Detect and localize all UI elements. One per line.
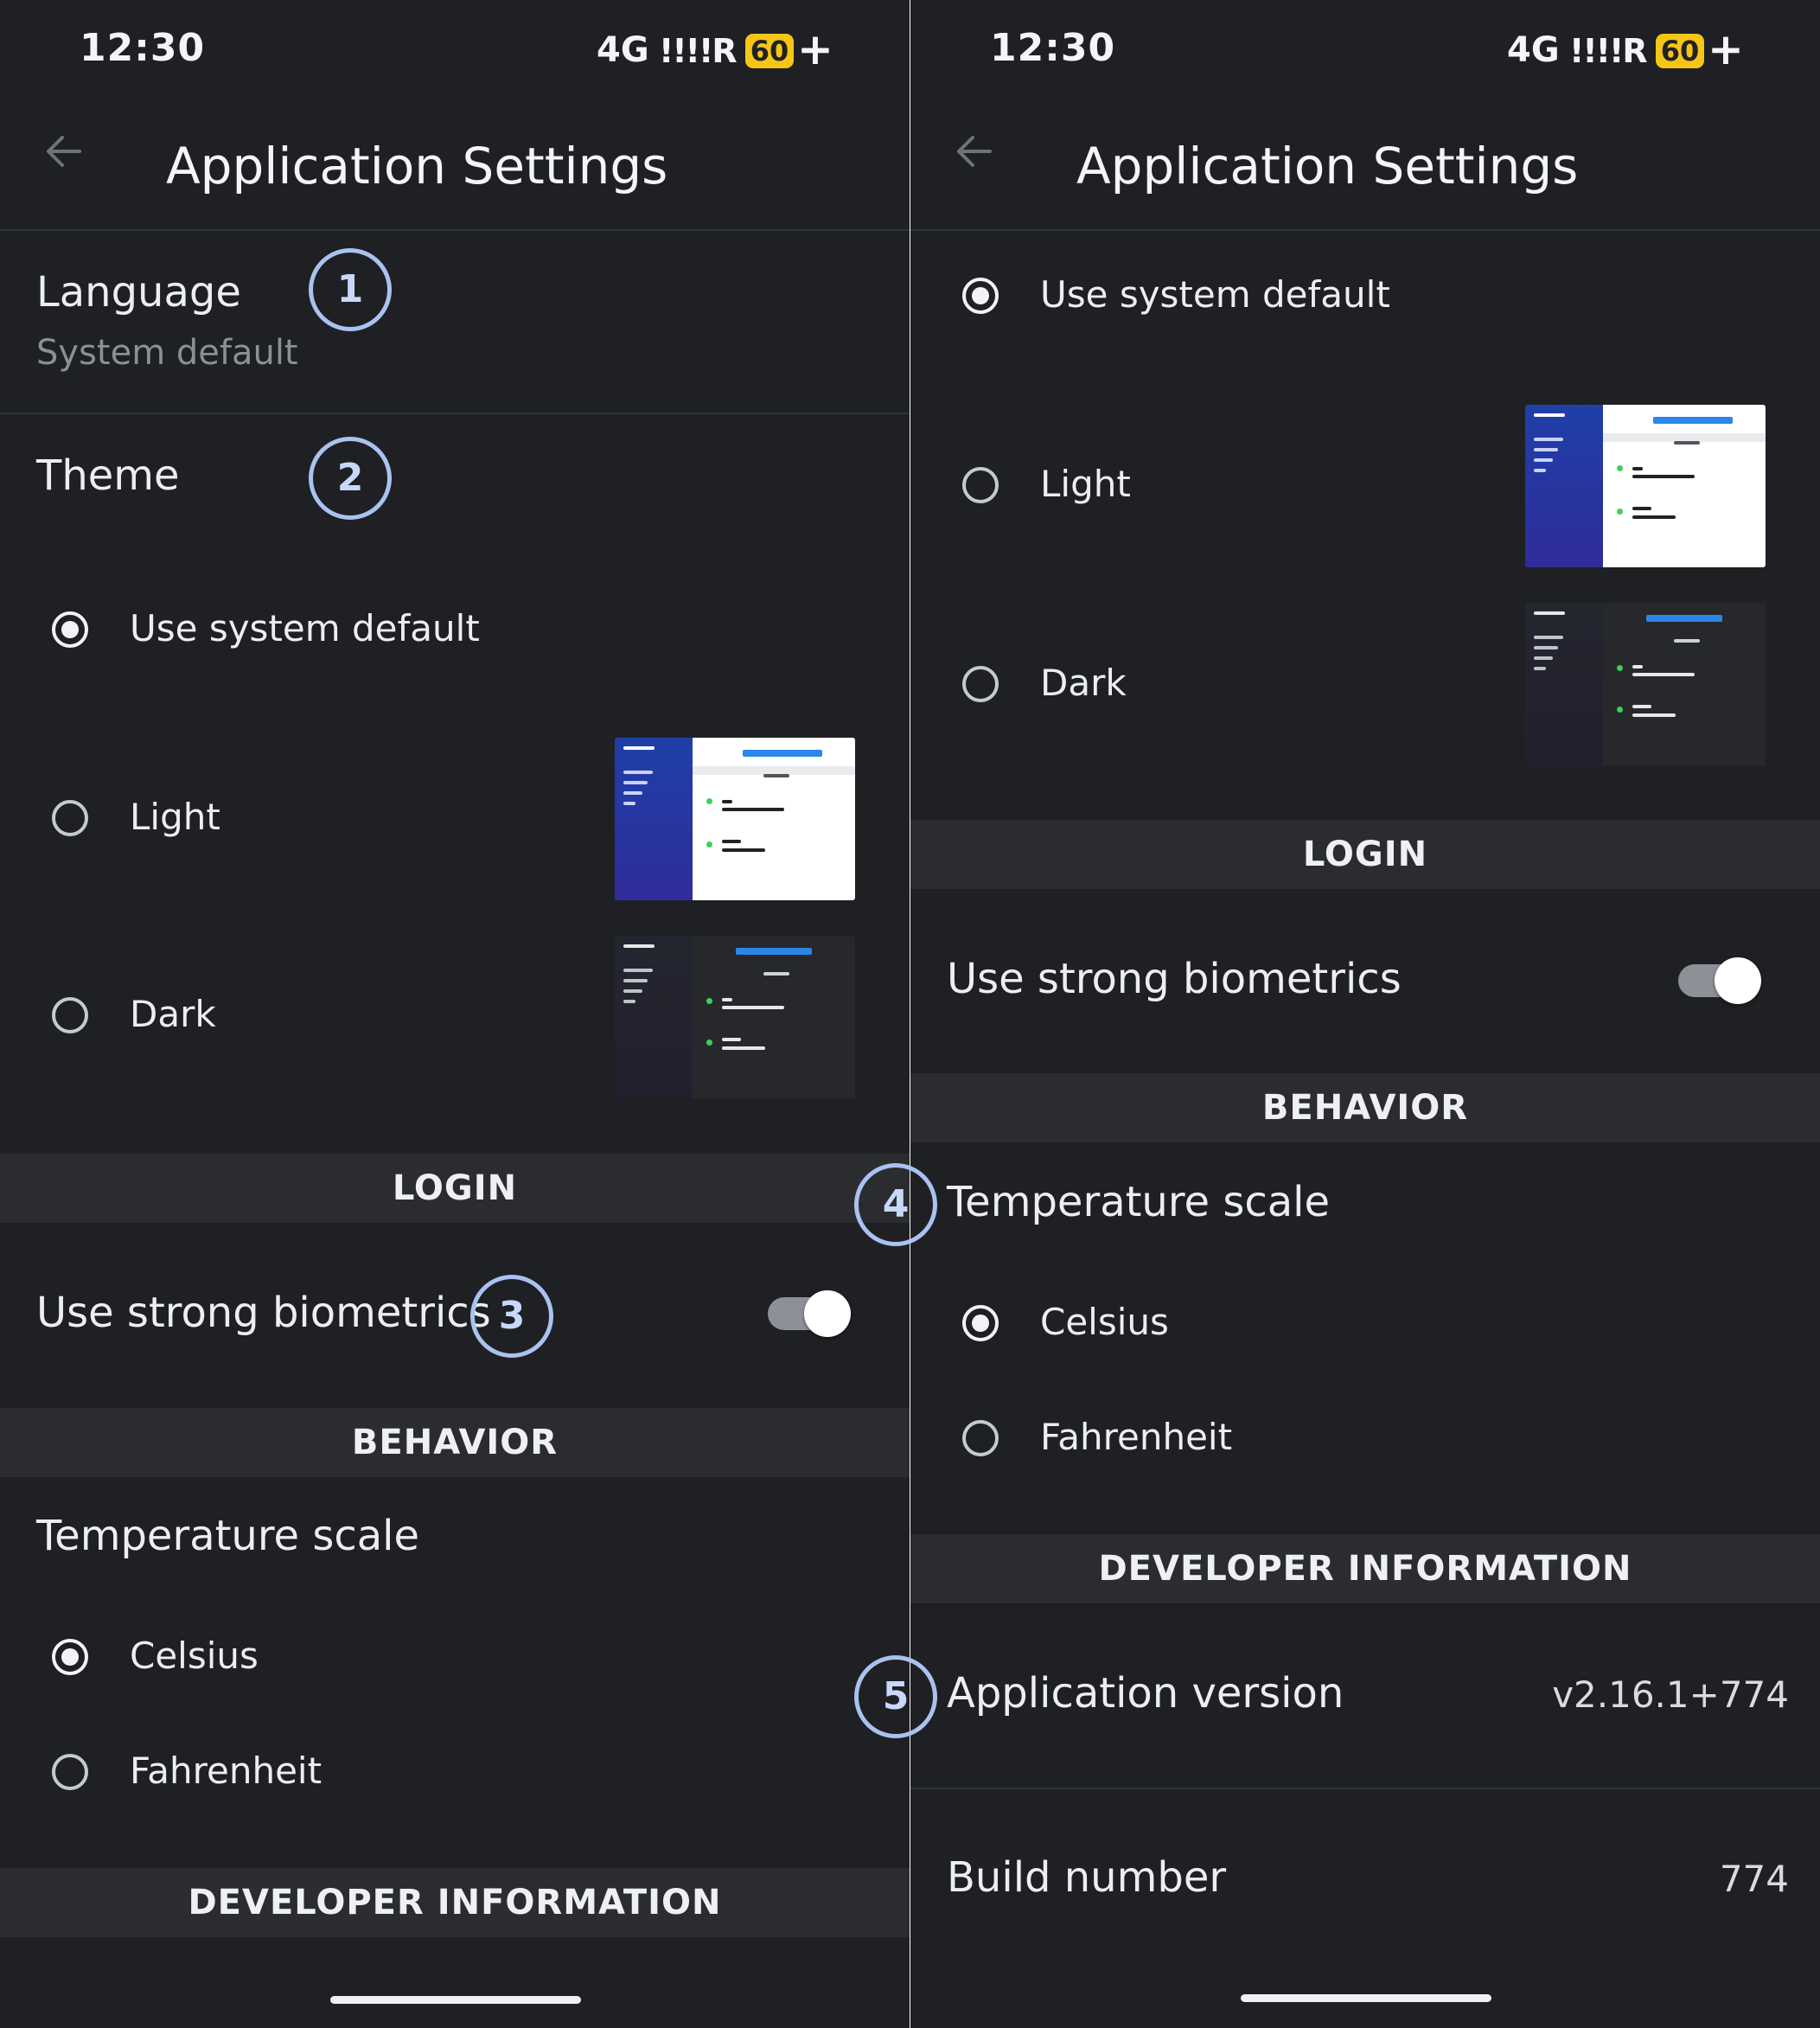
toggle-knob — [1715, 957, 1761, 1004]
section-header-developer: DEVELOPER INFORMATION — [910, 1534, 1820, 1603]
radio-checked-icon[interactable] — [52, 1639, 88, 1675]
battery-icon: 60 — [745, 34, 794, 68]
divider — [0, 413, 910, 414]
divider — [910, 229, 1820, 231]
back-arrow-icon[interactable] — [952, 130, 995, 173]
section-header-behavior: BEHAVIOR — [0, 1408, 910, 1477]
radio-checked-icon[interactable] — [962, 278, 999, 314]
dark-theme-preview — [1525, 603, 1766, 765]
temperature-option-label: Celsius — [1040, 1301, 1169, 1343]
theme-option-label: Dark — [1040, 662, 1127, 704]
language-value: System default — [36, 333, 298, 373]
signal-icon: !!!!R — [1569, 32, 1648, 70]
page-title: Application Settings — [1076, 137, 1579, 195]
right-screenshot: 12:30 4G !!!!R 60 + Application Settings… — [910, 0, 1820, 2028]
radio-unchecked-icon[interactable] — [962, 467, 999, 503]
callout-3: 3 — [470, 1275, 553, 1358]
divider — [0, 229, 910, 231]
theme-option-label: Light — [130, 796, 220, 838]
temperature-option-label: Fahrenheit — [1040, 1416, 1233, 1458]
radio-unchecked-icon[interactable] — [52, 1754, 88, 1790]
home-indicator[interactable] — [1241, 1994, 1491, 2002]
callout-4: 4 — [854, 1163, 937, 1246]
build-number-value: 774 — [1719, 1858, 1789, 1900]
radio-unchecked-icon[interactable] — [962, 1420, 999, 1456]
divider — [910, 1788, 1820, 1789]
theme-option-label: Use system default — [1040, 273, 1390, 316]
build-number-label: Build number — [947, 1853, 1227, 1902]
charging-icon: + — [1708, 24, 1744, 74]
charging-icon: + — [797, 24, 833, 74]
callout-5: 5 — [854, 1655, 937, 1738]
section-header-login: LOGIN — [910, 820, 1820, 889]
theme-title: Theme — [36, 451, 180, 500]
theme-option-label: Use system default — [130, 607, 480, 649]
left-screenshot: 12:30 4G !!!!R 60 + Application Settings… — [0, 0, 910, 2028]
battery-icon: 60 — [1656, 34, 1704, 68]
section-header-behavior: BEHAVIOR — [910, 1073, 1820, 1142]
radio-unchecked-icon[interactable] — [52, 997, 88, 1033]
radio-checked-icon[interactable] — [52, 611, 88, 648]
page-title: Application Settings — [166, 137, 668, 195]
temperature-option-label: Celsius — [130, 1635, 259, 1677]
status-time: 12:30 — [990, 26, 1116, 70]
home-indicator[interactable] — [330, 1996, 581, 2004]
temperature-title: Temperature scale — [36, 1512, 419, 1560]
theme-option-label: Light — [1040, 463, 1131, 505]
temperature-option-label: Fahrenheit — [130, 1750, 322, 1792]
callout-2: 2 — [309, 437, 392, 520]
temperature-title: Temperature scale — [947, 1178, 1330, 1226]
app-version-label: Application version — [947, 1669, 1344, 1718]
dark-theme-preview — [615, 936, 855, 1098]
radio-unchecked-icon[interactable] — [962, 666, 999, 702]
light-theme-preview — [615, 738, 855, 900]
network-type: 4G — [597, 30, 649, 70]
toggle-knob — [804, 1290, 851, 1337]
biometrics-label: Use strong biometrics — [36, 1289, 491, 1337]
signal-icon: !!!!R — [659, 32, 738, 70]
callout-1: 1 — [309, 248, 392, 331]
biometrics-label: Use strong biometrics — [947, 955, 1402, 1003]
light-theme-preview — [1525, 405, 1766, 567]
app-version-value: v2.16.1+774 — [1552, 1673, 1789, 1716]
language-title: Language — [36, 268, 241, 317]
section-header-developer: DEVELOPER INFORMATION — [0, 1868, 910, 1937]
status-time: 12:30 — [80, 26, 206, 70]
radio-unchecked-icon[interactable] — [52, 800, 88, 836]
back-arrow-icon[interactable] — [42, 130, 85, 173]
theme-option-label: Dark — [130, 993, 216, 1035]
network-type: 4G — [1507, 30, 1560, 70]
section-header-login: LOGIN — [0, 1154, 910, 1223]
radio-checked-icon[interactable] — [962, 1305, 999, 1341]
